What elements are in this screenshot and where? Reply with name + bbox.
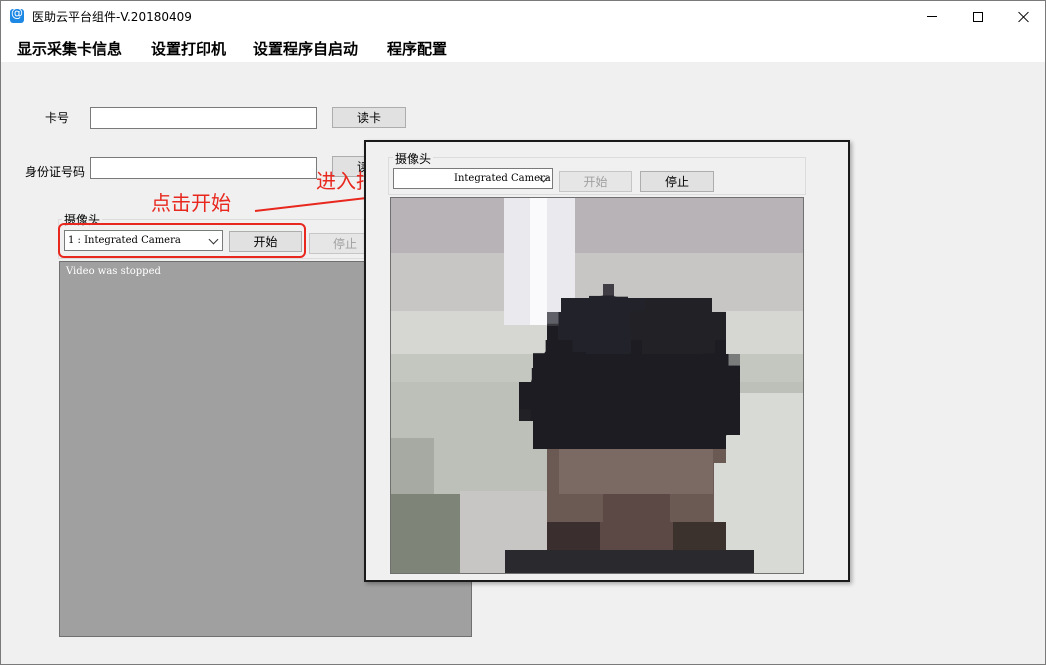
video-status-text: Video was stopped	[66, 266, 161, 277]
popup-stop-button[interactable]: 停止	[640, 171, 714, 192]
window-title: 医助云平台组件-V.20180409	[32, 10, 192, 24]
minimize-icon	[927, 16, 937, 17]
close-button[interactable]	[1001, 1, 1046, 32]
title-bar: 医助云平台组件-V.20180409	[1, 1, 1045, 32]
maximize-button[interactable]	[955, 1, 1001, 32]
read-card-button[interactable]: 读卡	[332, 107, 406, 128]
menu-program-config[interactable]: 程序配置	[387, 38, 447, 59]
camera-popup-window: 摄像头 Integrated Camera 开始 停止	[364, 140, 850, 582]
camera-live-feed	[390, 197, 804, 574]
camera-frame-image	[391, 198, 803, 573]
popup-camera-group-title: 摄像头	[393, 150, 434, 167]
popup-start-button[interactable]: 开始	[559, 171, 632, 192]
popup-camera-device-value: Integrated Camera	[454, 173, 551, 184]
id-number-label: 身份证号码	[25, 165, 86, 179]
menu-set-printer[interactable]: 设置打印机	[151, 38, 226, 59]
menu-set-autostart[interactable]: 设置程序自启动	[253, 38, 358, 59]
menu-show-capture-card[interactable]: 显示采集卡信息	[17, 38, 122, 59]
id-number-input[interactable]	[90, 157, 317, 179]
menu-bar: 显示采集卡信息 设置打印机 设置程序自启动 程序配置	[1, 32, 1045, 62]
app-icon	[10, 6, 24, 23]
maximize-icon	[973, 11, 983, 22]
close-icon	[1018, 11, 1030, 23]
card-number-label: 卡号	[45, 111, 70, 125]
minimize-button[interactable]	[909, 1, 955, 32]
highlight-box	[58, 223, 306, 258]
popup-camera-device-select[interactable]: Integrated Camera	[393, 168, 553, 189]
card-number-input[interactable]	[90, 107, 317, 129]
annotation-click-start: 点击开始	[151, 191, 231, 215]
